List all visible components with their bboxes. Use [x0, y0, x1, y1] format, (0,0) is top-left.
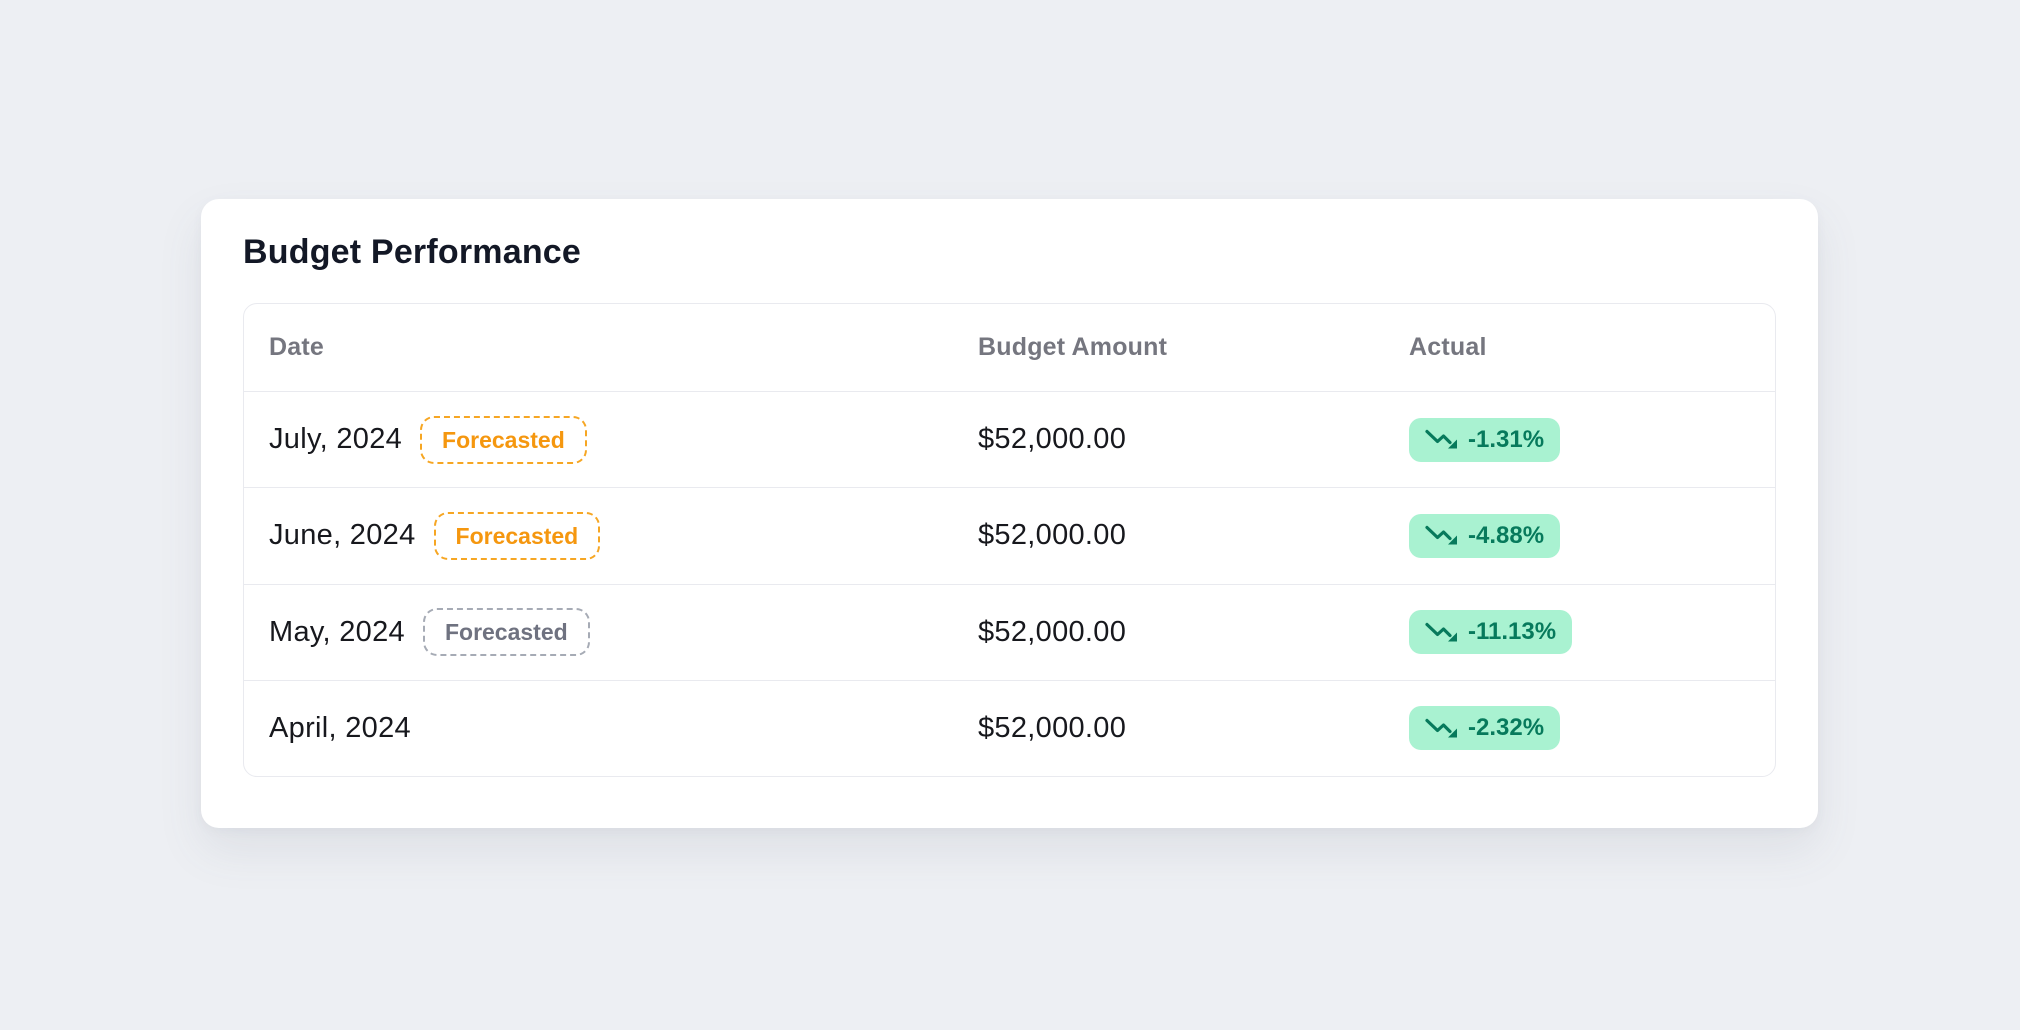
actual-cell: -4.88%	[1409, 514, 1775, 558]
forecasted-badge: Forecasted	[434, 512, 601, 560]
table-row: June, 2024 Forecasted $52,000.00 -4.88%	[244, 488, 1775, 584]
actual-cell: -2.32%	[1409, 706, 1775, 750]
budget-amount-cell: $52,000.00	[978, 712, 1409, 745]
trending-down-icon	[1425, 428, 1459, 451]
delta-badge: -1.31%	[1409, 418, 1560, 462]
delta-value: -4.88%	[1468, 524, 1544, 548]
table-row: April, 2024 $52,000.00 -2.32%	[244, 681, 1775, 776]
forecasted-badge: Forecasted	[423, 608, 590, 656]
actual-cell: -1.31%	[1409, 418, 1775, 462]
budget-amount-cell: $52,000.00	[978, 616, 1409, 649]
date-label: July, 2024	[269, 423, 402, 456]
table-header-row: Date Budget Amount Actual	[244, 304, 1775, 392]
date-cell: April, 2024	[269, 712, 978, 745]
column-header-actual: Actual	[1409, 333, 1775, 362]
delta-badge: -4.88%	[1409, 514, 1560, 558]
budget-performance-card: Budget Performance Date Budget Amount Ac…	[201, 199, 1818, 828]
forecasted-badge: Forecasted	[420, 416, 587, 464]
page-title: Budget Performance	[243, 233, 581, 272]
date-cell: June, 2024 Forecasted	[269, 512, 978, 560]
table-row: July, 2024 Forecasted $52,000.00 -1.31%	[244, 392, 1775, 488]
delta-value: -11.13%	[1468, 620, 1556, 644]
actual-cell: -11.13%	[1409, 610, 1775, 654]
date-label: May, 2024	[269, 616, 405, 649]
delta-badge: -2.32%	[1409, 706, 1560, 750]
delta-value: -1.31%	[1468, 428, 1544, 452]
delta-value: -2.32%	[1468, 716, 1544, 740]
table-row: May, 2024 Forecasted $52,000.00 -11.13%	[244, 585, 1775, 681]
date-label: April, 2024	[269, 712, 411, 745]
delta-badge: -11.13%	[1409, 610, 1572, 654]
trending-down-icon	[1425, 524, 1459, 547]
budget-table: Date Budget Amount Actual July, 2024 For…	[243, 303, 1776, 777]
trending-down-icon	[1425, 717, 1459, 740]
column-header-date: Date	[269, 333, 978, 362]
date-cell: July, 2024 Forecasted	[269, 416, 978, 464]
date-cell: May, 2024 Forecasted	[269, 608, 978, 656]
column-header-budget-amount: Budget Amount	[978, 333, 1409, 362]
budget-amount-cell: $52,000.00	[978, 519, 1409, 552]
date-label: June, 2024	[269, 519, 416, 552]
table-body: July, 2024 Forecasted $52,000.00 -1.31% …	[244, 392, 1775, 776]
budget-amount-cell: $52,000.00	[978, 423, 1409, 456]
trending-down-icon	[1425, 621, 1459, 644]
